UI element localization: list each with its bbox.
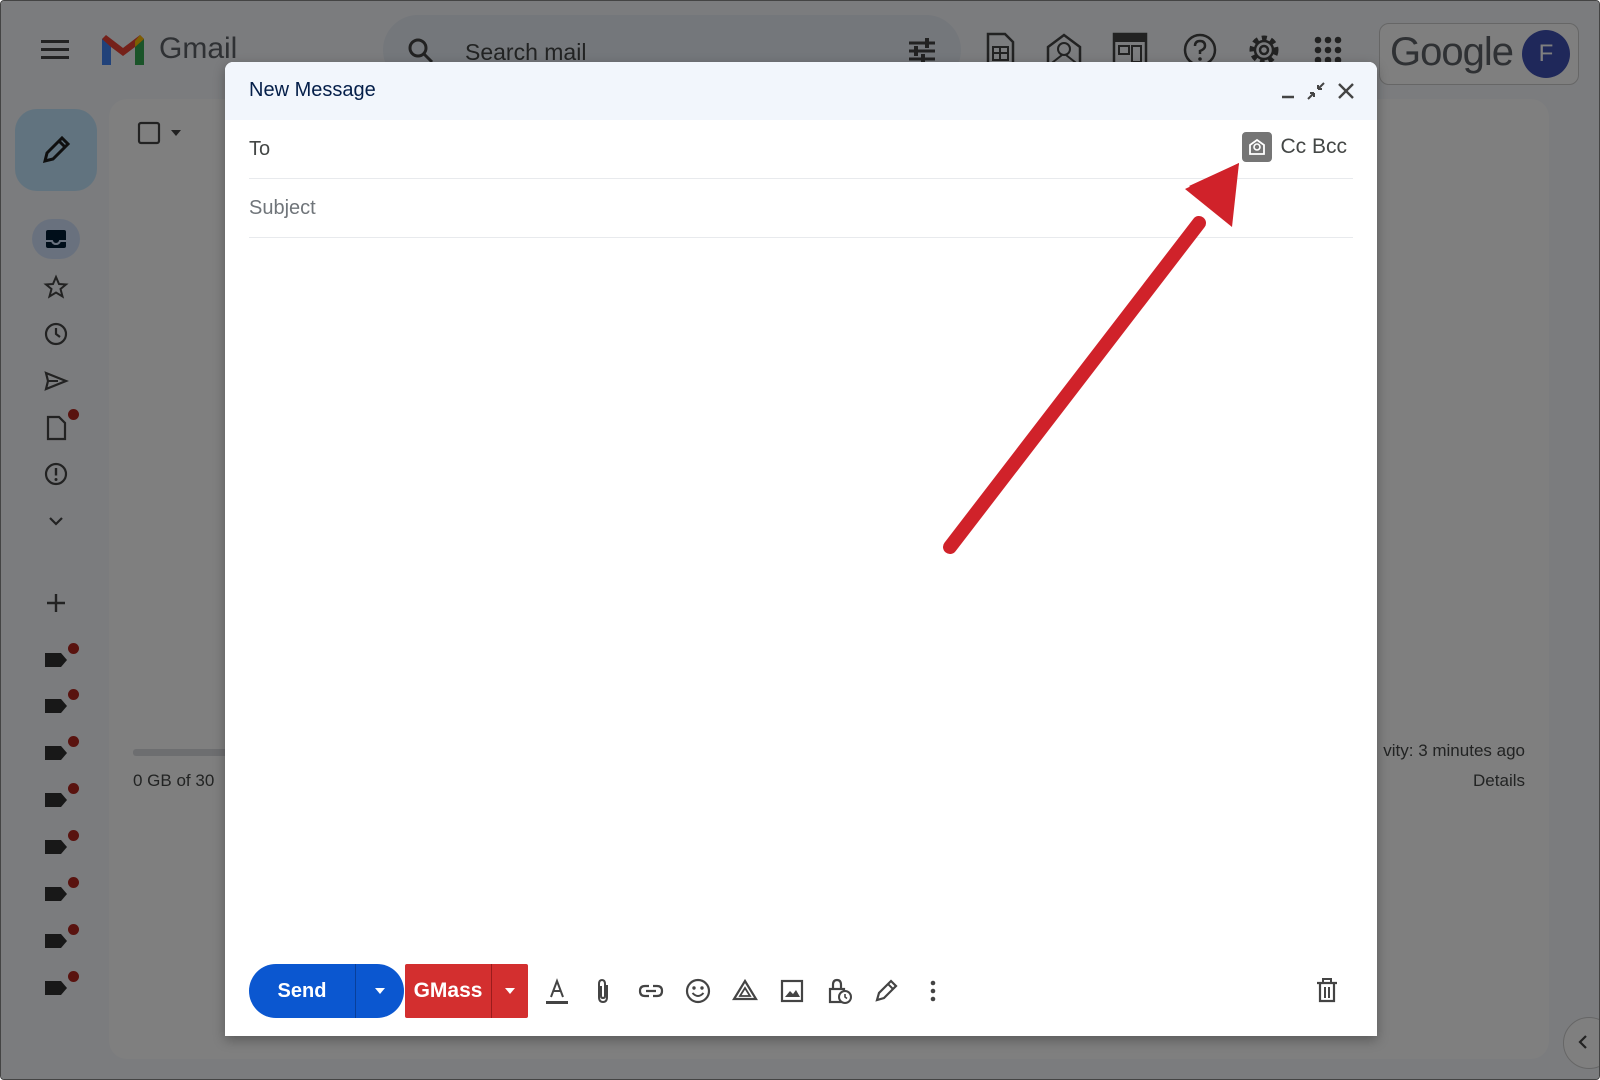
close-icon[interactable] — [1335, 80, 1357, 102]
gmass-recipients-icon[interactable] — [1242, 132, 1273, 162]
gmass-button[interactable]: GMass — [405, 964, 491, 1018]
send-button-group: Send — [249, 964, 404, 1018]
compose-dialog: New Message To Cc Bcc Subject Send GMass — [225, 62, 1377, 1036]
compose-footer: Send GMass — [225, 964, 1377, 1020]
link-icon[interactable] — [636, 976, 666, 1006]
gmail-window: Gmail Search mail Google F — [0, 0, 1600, 1080]
image-icon[interactable] — [777, 976, 807, 1006]
to-label: To — [249, 138, 271, 160]
to-field[interactable]: To Cc Bcc — [249, 120, 1353, 179]
subject-field[interactable]: Subject — [249, 179, 1353, 238]
compose-title: New Message — [249, 79, 376, 101]
send-options-button[interactable] — [355, 964, 404, 1018]
subject-input[interactable]: Subject — [249, 197, 316, 220]
more-icon[interactable] — [918, 976, 948, 1006]
exit-fullscreen-icon[interactable] — [1305, 80, 1327, 102]
confidential-icon[interactable] — [824, 976, 854, 1006]
caret-down-icon — [375, 988, 385, 994]
drive-icon[interactable] — [730, 976, 760, 1006]
compose-header: New Message — [225, 62, 1377, 120]
gmass-settings-button[interactable] — [491, 964, 528, 1018]
attach-icon[interactable] — [589, 976, 619, 1006]
cc-bcc-toggle[interactable]: Cc Bcc — [1280, 135, 1347, 159]
caret-down-icon — [505, 988, 515, 994]
text-format-icon[interactable] — [542, 976, 572, 1006]
gmass-button-group: GMass — [405, 964, 528, 1018]
minimize-icon[interactable] — [1277, 80, 1299, 102]
emoji-icon[interactable] — [683, 976, 713, 1006]
signature-icon[interactable] — [871, 976, 901, 1006]
send-button[interactable]: Send — [249, 964, 355, 1018]
trash-icon[interactable] — [1313, 976, 1343, 1006]
